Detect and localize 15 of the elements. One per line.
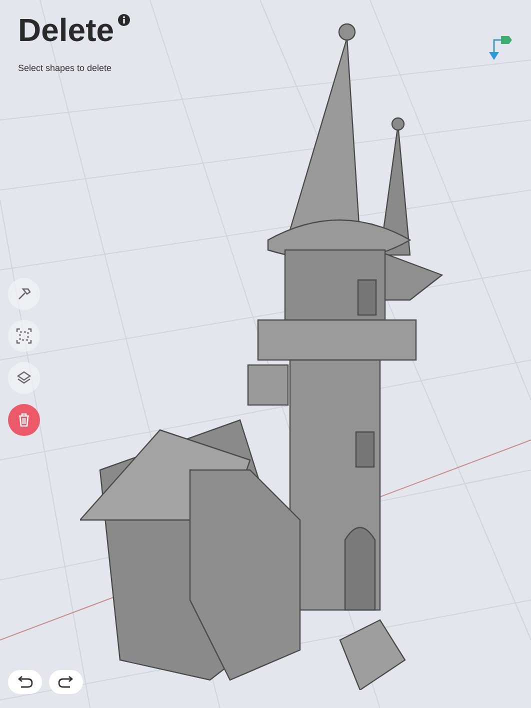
hammer-tool-button[interactable] (8, 278, 40, 310)
transform-tool-button[interactable] (8, 320, 40, 352)
delete-tool-button[interactable] (8, 404, 40, 436)
redo-arrow-icon (57, 676, 75, 688)
instruction-text: Select shapes to delete (18, 62, 113, 75)
screen-title: Delete (18, 12, 114, 48)
trash-icon (16, 412, 32, 428)
layers-tool-button[interactable] (8, 362, 40, 394)
info-icon[interactable] (118, 14, 130, 26)
hammer-icon (16, 286, 32, 302)
layers-icon (16, 370, 32, 386)
redo-button[interactable] (49, 670, 83, 694)
transform-arrows-icon (16, 328, 32, 344)
undo-button[interactable] (8, 670, 42, 694)
undo-arrow-icon (16, 676, 34, 688)
